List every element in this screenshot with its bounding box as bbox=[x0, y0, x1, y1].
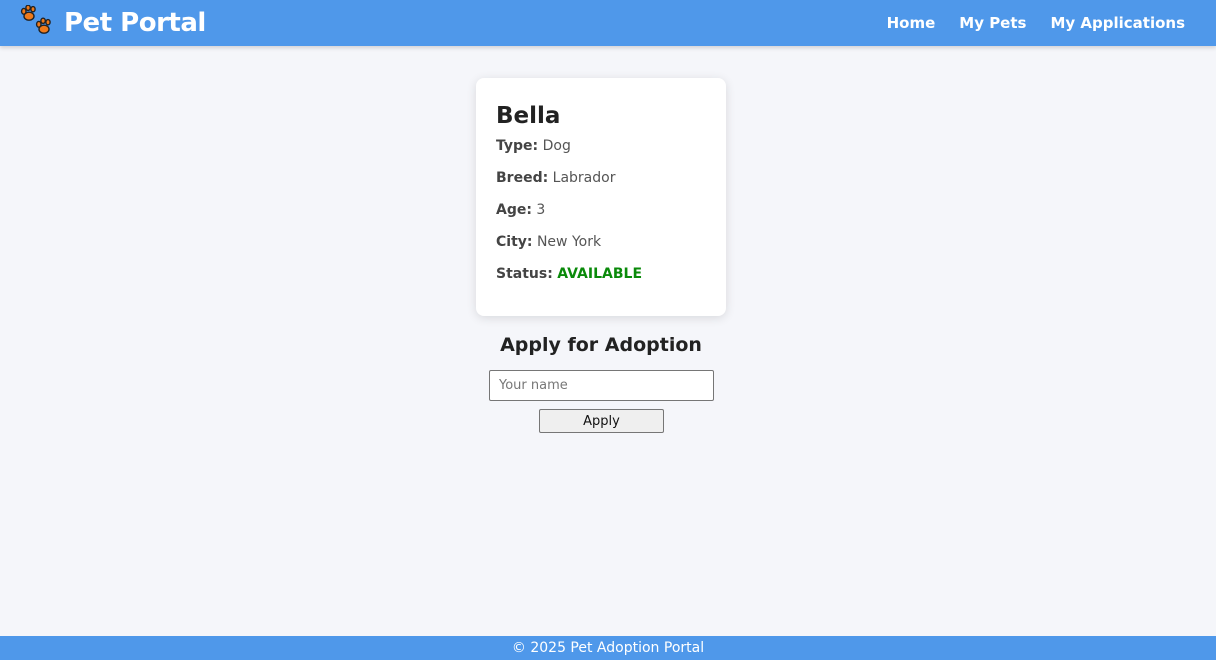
nav-link-my-applications[interactable]: My Applications bbox=[1050, 14, 1185, 32]
paw-prints-icon bbox=[20, 5, 51, 34]
pet-city-label: City: bbox=[496, 234, 533, 250]
main-nav: Home My Pets My Applications bbox=[863, 0, 1185, 46]
pet-age-row: Age: 3 bbox=[496, 200, 706, 220]
pet-status-badge: AVAILABLE bbox=[557, 266, 643, 282]
pet-age-label: Age: bbox=[496, 202, 532, 218]
pet-breed-row: Breed: Labrador bbox=[496, 168, 706, 188]
nav-link-my-pets[interactable]: My Pets bbox=[959, 14, 1026, 32]
pet-name: Bella bbox=[496, 103, 561, 129]
pet-breed-value: Labrador bbox=[552, 170, 616, 186]
pet-type-label: Type: bbox=[496, 138, 539, 154]
pet-age-value: 3 bbox=[536, 202, 546, 218]
pet-status-row: Status: AVAILABLE bbox=[496, 264, 706, 284]
pet-type-value: Dog bbox=[542, 138, 571, 154]
top-navbar: Pet Portal Home My Pets My Applications bbox=[0, 0, 1216, 46]
pet-status-label: Status: bbox=[496, 266, 553, 282]
applicant-name-input[interactable] bbox=[489, 370, 714, 401]
pet-city-row: City: New York bbox=[496, 232, 706, 252]
pet-breed-label: Breed: bbox=[496, 170, 549, 186]
apply-button[interactable]: Apply bbox=[539, 409, 664, 433]
brand-title: Pet Portal bbox=[64, 8, 206, 38]
apply-heading: Apply for Adoption bbox=[500, 334, 702, 356]
nav-link-home[interactable]: Home bbox=[887, 14, 936, 32]
page-footer: © 2025 Pet Adoption Portal bbox=[0, 636, 1216, 660]
pet-type-row: Type: Dog bbox=[496, 136, 706, 156]
footer-copyright: © 2025 Pet Adoption Portal bbox=[511, 640, 705, 656]
pet-city-value: New York bbox=[536, 234, 602, 250]
pet-detail-card: Bella Type: Dog Breed: Labrador Age: 3 C… bbox=[476, 78, 726, 316]
brand-link[interactable]: Pet Portal bbox=[20, 0, 206, 46]
